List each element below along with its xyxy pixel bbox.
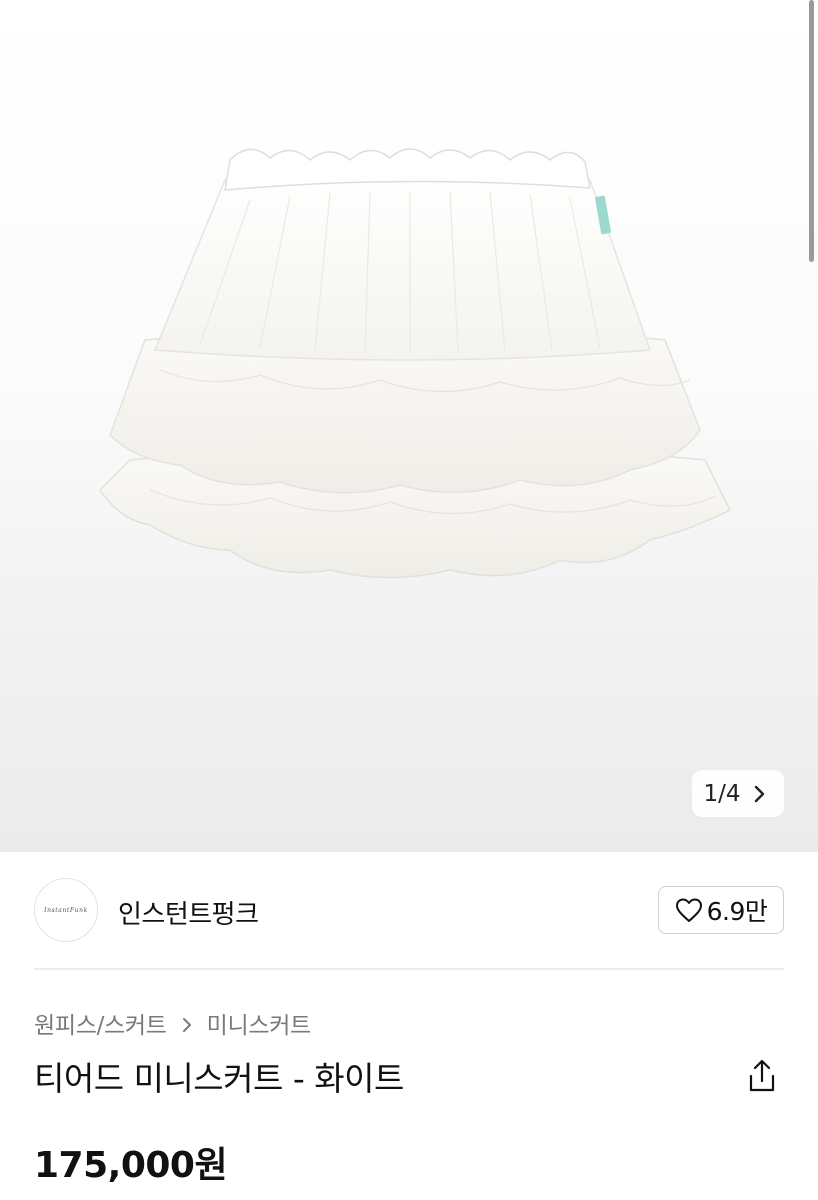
image-counter: 1/4 [703, 780, 741, 807]
product-title: 티어드 미니스커트 - 화이트 [34, 1059, 404, 1098]
divider [34, 968, 784, 970]
brand-logo-text: InstantFunk [44, 906, 88, 914]
product-image [90, 130, 732, 600]
product-price: 175,000원 [34, 1145, 228, 1186]
brand-logo[interactable]: InstantFunk [34, 878, 98, 942]
product-image-gallery[interactable]: 1/4 [0, 0, 818, 852]
like-count: 6.9만 [706, 897, 768, 926]
heart-outline-icon [675, 898, 702, 922]
breadcrumb: 원피스/스커트 미니스커트 [34, 1006, 311, 1040]
share-icon [749, 1059, 775, 1092]
share-button[interactable] [744, 1056, 780, 1096]
brand-row: InstantFunk 인스턴트펑크 6.9만 [34, 876, 784, 946]
chevron-right-icon [181, 1014, 193, 1032]
brand-name-link[interactable]: 인스턴트펑크 [118, 894, 259, 931]
image-pager-button[interactable]: 1/4 [692, 770, 784, 817]
like-button[interactable]: 6.9만 [658, 886, 784, 934]
breadcrumb-subcategory[interactable]: 미니스커트 [207, 1006, 312, 1040]
chevron-right-icon [753, 784, 767, 804]
scrollbar[interactable] [809, 0, 814, 262]
product-page: 1/4 InstantFunk 인스턴트펑크 6.9만 원피스/스커트 미니스커… [0, 0, 818, 1200]
breadcrumb-category[interactable]: 원피스/스커트 [34, 1006, 167, 1040]
